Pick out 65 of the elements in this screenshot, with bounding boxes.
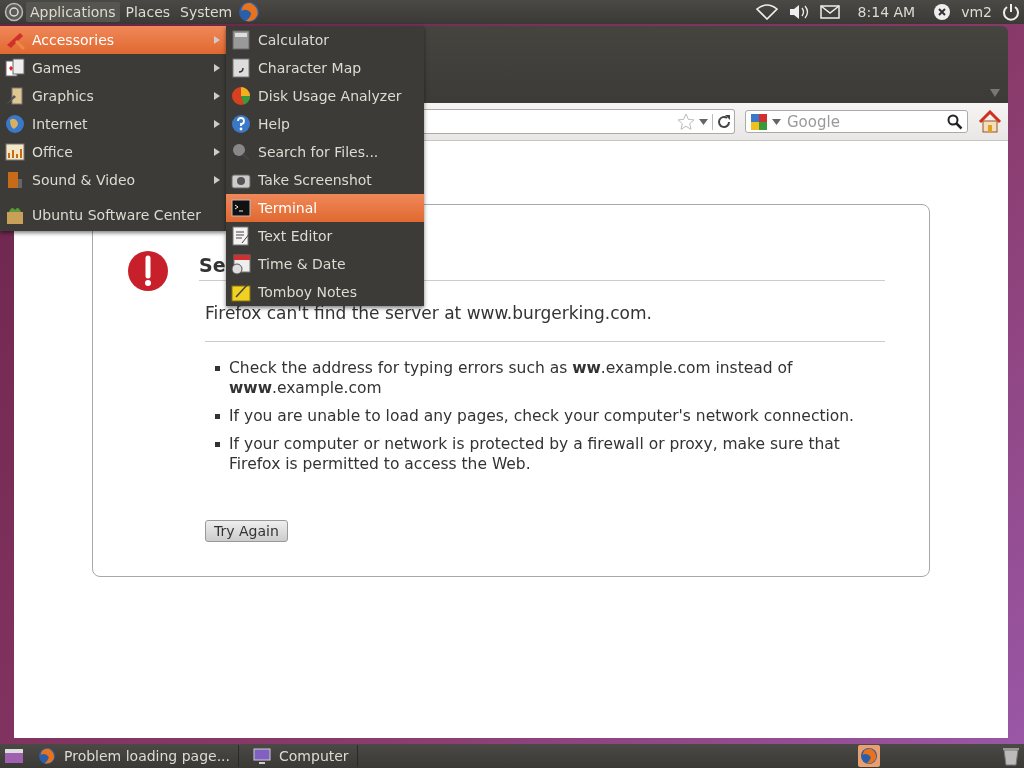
menu-item[interactable]: Text Editor bbox=[226, 222, 424, 250]
clock[interactable]: 8:14 AM bbox=[849, 4, 924, 20]
text-document-icon bbox=[230, 225, 252, 247]
menu-item[interactable]: Games bbox=[0, 54, 226, 82]
user-name[interactable]: vm2 bbox=[961, 4, 992, 20]
menu-item[interactable]: Disk Usage Analyzer bbox=[226, 82, 424, 110]
star-icon bbox=[677, 112, 695, 131]
bullet-icon bbox=[215, 442, 220, 447]
menu-item[interactable]: Search for Files... bbox=[226, 138, 424, 166]
status-icon bbox=[933, 3, 952, 21]
volume-icon bbox=[787, 4, 810, 20]
monitor-icon bbox=[253, 747, 272, 765]
menu-item[interactable]: Help bbox=[226, 110, 424, 138]
menu-item[interactable]: Graphics bbox=[0, 82, 226, 110]
menu-item[interactable]: Calculator bbox=[226, 26, 424, 54]
trash-icon bbox=[1002, 746, 1020, 766]
note-icon bbox=[230, 281, 252, 303]
dropdown-arrow-icon bbox=[772, 118, 781, 125]
show-desktop-icon bbox=[4, 747, 24, 765]
mail-icon bbox=[819, 5, 840, 19]
menu-item[interactable]: Sound & Video bbox=[0, 166, 226, 194]
panel-menu[interactable]: Applications bbox=[26, 2, 120, 22]
submenu-arrow-icon bbox=[214, 148, 220, 156]
cards-icon bbox=[4, 57, 26, 79]
submenu-arrow-icon bbox=[214, 120, 220, 128]
search-engine-icon bbox=[750, 112, 768, 131]
submenu-arrow-icon bbox=[214, 176, 220, 184]
reload-icon bbox=[716, 113, 732, 130]
menu-item[interactable]: Office bbox=[0, 138, 226, 166]
dropdown-arrow-icon bbox=[990, 89, 1000, 97]
home-icon bbox=[978, 109, 1002, 134]
panel-menu[interactable]: System bbox=[176, 2, 237, 22]
help-icon bbox=[230, 113, 252, 135]
globe-icon bbox=[4, 113, 26, 135]
search-icon bbox=[230, 141, 252, 163]
panel-menu[interactable]: Places bbox=[121, 2, 175, 22]
search-field[interactable]: Google bbox=[745, 110, 968, 133]
error-tip: If your computer or network is protected by a firewall or proxy, make sure that Firefox is permitted to access the Web. bbox=[229, 434, 841, 474]
error-tip: Check the address for typing errors such as ww.example.com instead of www.example.com bbox=[229, 358, 794, 398]
calendar-icon bbox=[230, 253, 252, 275]
terminal-icon bbox=[230, 197, 252, 219]
search-input[interactable]: Google bbox=[785, 111, 943, 132]
try-again-button[interactable]: Try Again bbox=[205, 520, 288, 542]
error-icon bbox=[127, 250, 169, 292]
pie-chart-icon bbox=[230, 85, 252, 107]
submenu-arrow-icon bbox=[214, 92, 220, 100]
wifi-icon bbox=[755, 4, 778, 20]
search-icon bbox=[947, 113, 963, 130]
error-tip: If you are unable to load any pages, check your computer's network connection. bbox=[229, 406, 855, 426]
taskbar-window-button[interactable]: Computer bbox=[245, 745, 358, 767]
taskbar-window-button[interactable]: Problem loading page... bbox=[30, 745, 240, 767]
power-icon bbox=[1002, 3, 1020, 21]
menu-item[interactable]: Time & Date bbox=[226, 250, 424, 278]
calculator-icon bbox=[230, 29, 252, 51]
bullet-icon bbox=[215, 414, 220, 419]
submenu-arrow-icon bbox=[214, 36, 220, 44]
dropdown-arrow-icon bbox=[699, 118, 708, 125]
menu-item[interactable]: Internet bbox=[0, 110, 226, 138]
bullet-icon bbox=[215, 366, 220, 371]
submenu-arrow-icon bbox=[214, 64, 220, 72]
chart-icon bbox=[4, 141, 26, 163]
menu-item[interactable]: Take Screenshot bbox=[226, 166, 424, 194]
menu-item[interactable]: Character Map bbox=[226, 54, 424, 82]
menu-item[interactable]: Ubuntu Software Center bbox=[0, 201, 226, 229]
menu-item[interactable]: Tomboy Notes bbox=[226, 278, 424, 306]
